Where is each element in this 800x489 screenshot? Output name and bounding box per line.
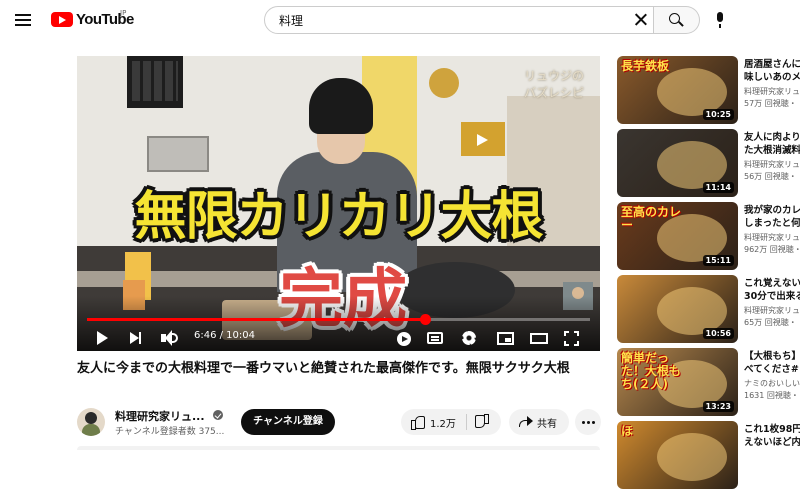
related-video-title[interactable]: 【大根もち】 べてくださ# [744, 350, 800, 376]
thumbs-down-icon[interactable] [476, 416, 489, 429]
search-input[interactable] [264, 6, 654, 34]
wall-poster [127, 56, 183, 108]
related-video-views: 65万 回視聴・ [744, 318, 797, 327]
video-player[interactable]: リュウジの バズレシピ 無限カリカリ大根 完成 6:46 / 10:04 [77, 56, 600, 351]
video-duration: 11:14 [702, 182, 734, 193]
related-video-channel[interactable]: ナミのおいしい [744, 378, 800, 389]
theater-mode-icon[interactable] [530, 333, 548, 344]
menu-icon[interactable] [12, 9, 34, 31]
related-video-title[interactable]: 居酒屋さんに 味しいあのメ [744, 58, 800, 84]
related-video-thumbnail[interactable]: 至高のカレー 15:11 [617, 202, 738, 270]
search-button[interactable] [654, 6, 700, 34]
related-video-views: 962万 回視聴・ [744, 245, 800, 254]
share-button[interactable]: 共有 [509, 409, 569, 435]
microphone-icon[interactable] [714, 12, 726, 29]
related-video-views: 57万 回視聴・ [744, 99, 797, 108]
logo-region: JP [120, 9, 127, 17]
top-bar: YouTube JP [0, 0, 800, 40]
related-video-item[interactable]: ほ これ1枚98円 えないほど内 [617, 421, 800, 489]
related-video-channel[interactable]: 料理研究家リュ [744, 86, 800, 97]
related-video-item[interactable]: 10:56 これ覚えない 30分で出来る料理研究家リュ 65万 回視聴・ [617, 275, 800, 343]
player-controls: 6:46 / 10:04 [77, 326, 600, 350]
thumbnail-text: 至高のカレー [621, 205, 682, 232]
description-box[interactable] [77, 446, 600, 450]
related-video-title[interactable]: これ1枚98円 えないほど内 [744, 423, 800, 449]
related-video-title[interactable]: これ覚えない 30分で出来る [744, 277, 800, 303]
video-title: 友人に今までの大根料理で一番ウマいと絶賛された最高傑作です。無限サクサク大根 [77, 361, 570, 376]
video-caption-main: 無限カリカリ大根 [134, 187, 543, 247]
progress-fill [87, 318, 426, 321]
related-video-thumbnail[interactable]: 11:14 [617, 129, 738, 197]
related-video-thumbnail[interactable]: 長芋鉄板 10:25 [617, 56, 738, 124]
related-video-thumbnail[interactable]: 10:56 [617, 275, 738, 343]
video-duration: 10:25 [702, 109, 734, 120]
related-video-thumbnail[interactable]: 簡単だった！大根もち(２人) 13:23 [617, 348, 738, 416]
video-duration: 13:23 [702, 401, 734, 412]
channel-name[interactable]: 料理研究家リュ... [115, 408, 205, 424]
volume-icon[interactable] [157, 326, 181, 350]
like-count[interactable]: 1.2万 [430, 415, 456, 430]
autoplay-toggle-icon[interactable] [397, 332, 411, 346]
verified-badge-icon [213, 410, 223, 420]
thumbnail-text: 簡単だった！大根もち(２人) [621, 351, 682, 391]
channel-watermark: リュウジの バズレシピ [523, 69, 584, 100]
related-video-channel[interactable]: 料理研究家リュ [744, 305, 800, 316]
search-icon [669, 13, 680, 24]
related-video-title[interactable]: 我が家のカレ しまったと何 [744, 204, 800, 230]
badge-sticker [429, 68, 459, 98]
related-video-item[interactable]: 11:14 友人に肉より た大根消滅料料理研究家リュ 56万 回視聴・ [617, 129, 800, 197]
video-duration: 10:56 [702, 328, 734, 339]
toaster-oven [147, 136, 209, 172]
subtitles-icon[interactable] [427, 332, 443, 344]
related-video-views: 56万 回視聴・ [744, 172, 797, 181]
video-duration: 15:11 [702, 255, 734, 266]
related-video-channel[interactable]: 料理研究家リュ [744, 232, 800, 243]
subscribe-button[interactable]: チャンネル登録 [241, 409, 335, 435]
time-display: 6:46 / 10:04 [194, 330, 256, 341]
share-label: 共有 [537, 419, 557, 430]
related-video-channel[interactable]: 料理研究家リュ [744, 159, 800, 170]
fullscreen-icon[interactable] [564, 331, 579, 346]
clear-search-icon[interactable] [630, 9, 652, 31]
settings-gear-icon[interactable] [462, 331, 476, 345]
miniplayer-icon[interactable] [497, 332, 514, 345]
play-icon[interactable] [89, 326, 113, 350]
related-video-title[interactable]: 友人に肉より た大根消滅料 [744, 131, 800, 157]
progress-bar[interactable] [87, 314, 590, 325]
subscriber-count: チャンネル登録者数 375... [115, 427, 225, 437]
scrubber-handle[interactable] [420, 314, 432, 325]
thumbs-up-icon[interactable] [411, 415, 425, 430]
related-video-item[interactable]: 簡単だった！大根もち(２人) 13:23 【大根もち】 べてくださ# ナミのおいしい 16… [617, 348, 800, 416]
food-plate [657, 433, 727, 481]
play-button-plaque [461, 122, 505, 156]
thumbnail-text: 長芋鉄板 [621, 59, 670, 73]
more-actions-button[interactable] [575, 409, 601, 435]
related-video-views: 1631 回視聴・ [744, 391, 799, 400]
related-video-item[interactable]: 至高のカレー 15:11 我が家のカレ しまったと何料理研究家リュ 962万 回視聴・ [617, 202, 800, 270]
like-dislike-group: 1.2万 [401, 409, 501, 435]
related-video-thumbnail[interactable]: ほ [617, 421, 738, 489]
related-video-item[interactable]: 長芋鉄板 10:25 居酒屋さんに 味しいあのメ料理研究家リュ 57万 回視聴・ [617, 56, 800, 124]
youtube-logo[interactable]: YouTube JP [51, 8, 141, 32]
channel-avatar[interactable] [77, 408, 105, 436]
next-icon[interactable] [123, 326, 147, 350]
share-arrow-icon [519, 416, 533, 428]
thumbnail-text: ほ [621, 424, 634, 438]
youtube-play-icon [51, 12, 73, 27]
